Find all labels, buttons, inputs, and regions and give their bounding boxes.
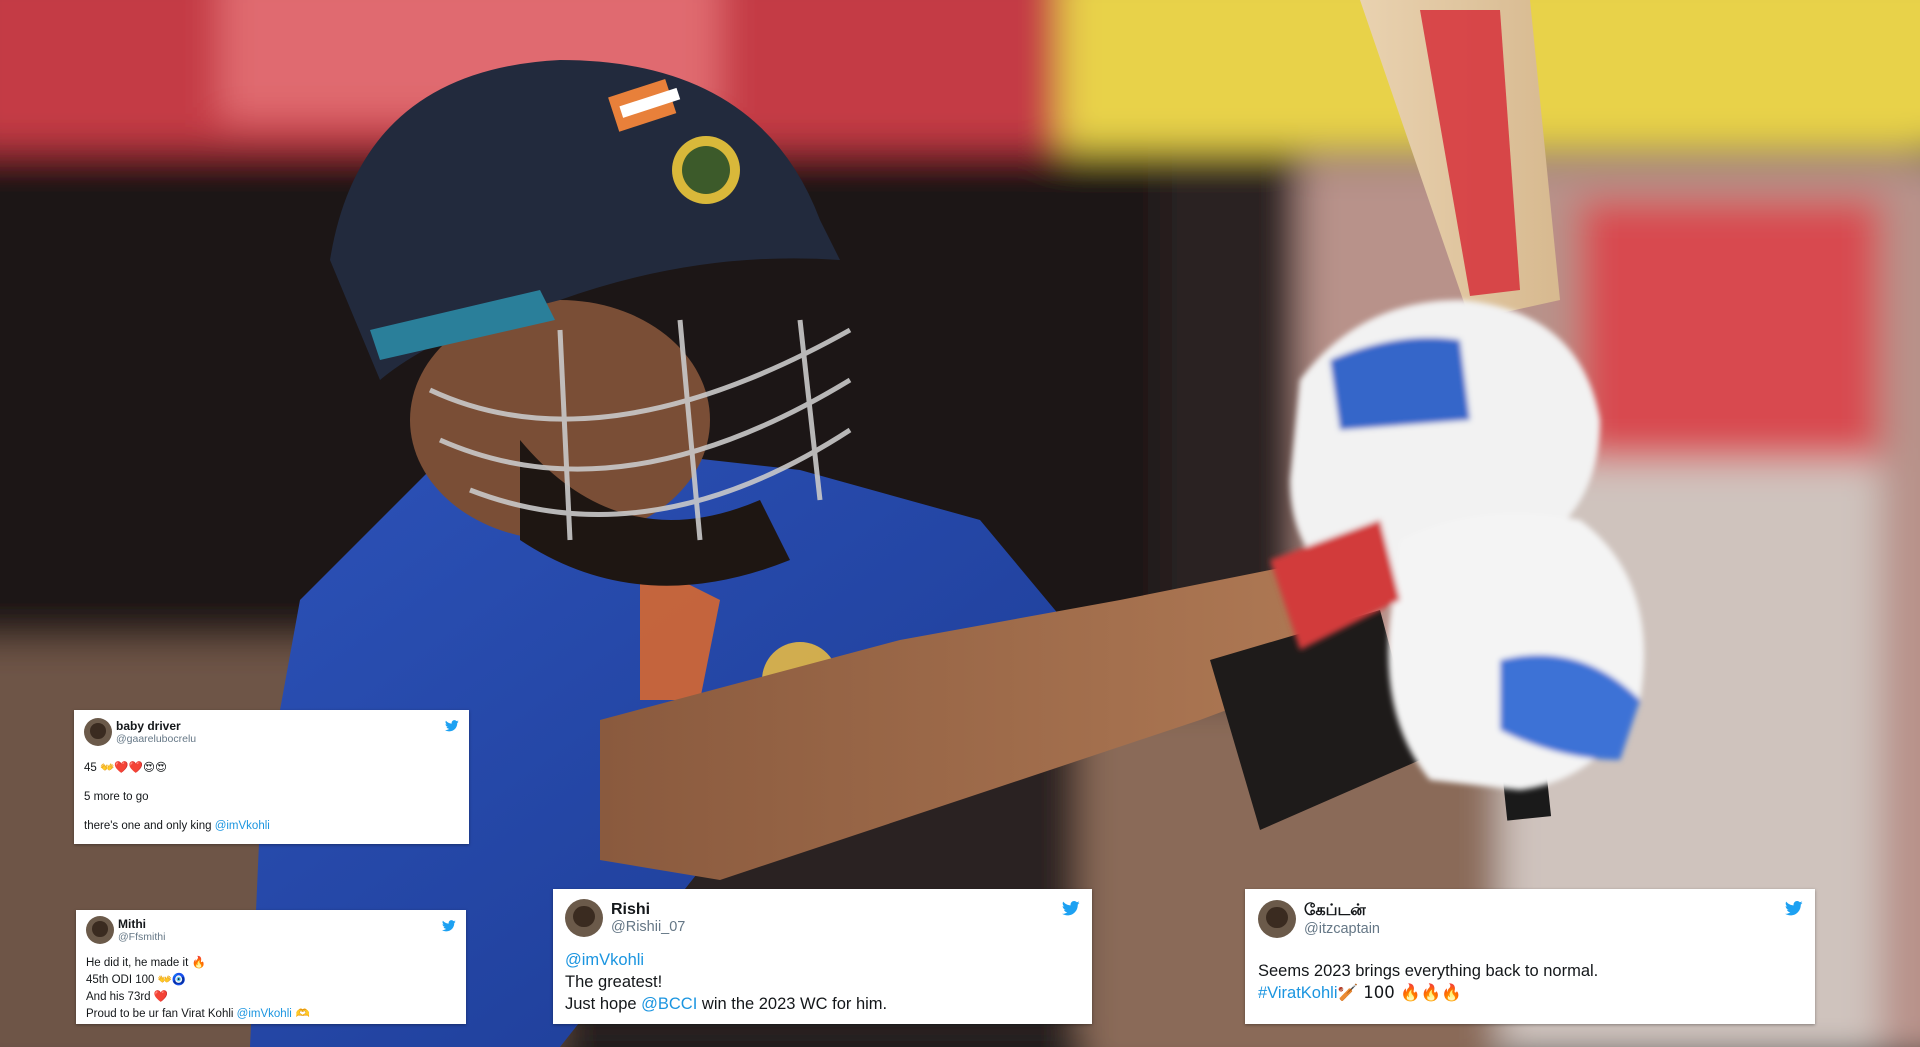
tweet-card-captain[interactable]: கேப்டன் @itzcaptain Seems 2023 brings ev…	[1245, 889, 1815, 1024]
user-handle[interactable]: @Rishii_07	[611, 919, 685, 935]
tweet-header: baby driver @gaarelubocrelu	[84, 718, 459, 746]
tweet-user: baby driver @gaarelubocrelu	[116, 719, 196, 745]
avatar[interactable]	[1258, 900, 1296, 938]
tweet-card-baby-driver[interactable]: baby driver @gaarelubocrelu 45 👐❤️❤️😍😍 5…	[74, 710, 469, 844]
tweet-line: @imVkohli	[565, 949, 1080, 971]
tweet-body: He did it, he made it 🔥 45th ODI 100 👐🧿 …	[86, 954, 456, 1022]
tweet-line: Just hope @BCCI win the 2023 WC for him.	[565, 995, 888, 1013]
tweet-body: Seems 2023 brings everything back to nor…	[1258, 960, 1802, 1004]
tweet-line: #ViratKohli🏏 100 🔥🔥🔥	[1258, 983, 1462, 1002]
mention-link[interactable]: @imVkohli	[215, 820, 270, 832]
tweet-line: And his 73rd ❤️	[86, 989, 169, 1003]
tweet-user: கேப்டன் @itzcaptain	[1304, 901, 1380, 937]
tweet-line: Seems 2023 brings everything back to nor…	[1258, 962, 1599, 980]
user-handle[interactable]: @itzcaptain	[1304, 921, 1380, 937]
display-name[interactable]: Rishi	[611, 901, 685, 919]
tweet-line: He did it, he made it 🔥	[86, 955, 206, 969]
mention-link[interactable]: @imVkohli	[237, 1008, 292, 1020]
tweet-line: 45th ODI 100 👐🧿	[86, 972, 187, 986]
tweet-card-mithi[interactable]: Mithi @Ffsmithi He did it, he made it 🔥 …	[76, 910, 466, 1024]
tweet-body: 45 👐❤️❤️😍😍 5 more to go there's one and …	[84, 760, 459, 832]
tweet-line: 45 👐❤️❤️😍😍	[84, 760, 167, 774]
twitter-bird-icon[interactable]	[441, 920, 456, 935]
tweet-header: Mithi @Ffsmithi	[86, 916, 456, 944]
avatar[interactable]	[565, 899, 603, 937]
twitter-bird-icon[interactable]	[444, 720, 459, 735]
display-name[interactable]: Mithi	[118, 917, 165, 931]
user-handle[interactable]: @Ffsmithi	[118, 931, 165, 943]
display-name[interactable]: கேப்டன்	[1304, 901, 1380, 921]
tweet-line: 5 more to go	[84, 791, 149, 803]
hashtag-link[interactable]: #ViratKohli	[1258, 984, 1338, 1002]
tweet-line: The greatest!	[565, 973, 663, 991]
user-handle[interactable]: @gaarelubocrelu	[116, 733, 196, 745]
tweet-user: Rishi @Rishii_07	[611, 901, 685, 935]
mention-link[interactable]: @BCCI	[641, 995, 697, 1013]
tweet-line: Proud to be ur fan Virat Kohli @imVkohli…	[86, 1006, 310, 1020]
avatar[interactable]	[86, 916, 114, 944]
tweet-user: Mithi @Ffsmithi	[118, 917, 165, 943]
tweet-body: @imVkohli The greatest! Just hope @BCCI …	[565, 949, 1080, 1015]
display-name[interactable]: baby driver	[116, 719, 196, 733]
avatar[interactable]	[84, 718, 112, 746]
tweet-header: கேப்டன் @itzcaptain	[1258, 900, 1802, 938]
tweet-card-rishi[interactable]: Rishi @Rishii_07 @imVkohli The greatest!…	[553, 889, 1092, 1024]
twitter-bird-icon[interactable]	[1061, 901, 1080, 921]
mention-link[interactable]: @imVkohli	[565, 951, 644, 969]
twitter-bird-icon[interactable]	[1784, 901, 1803, 921]
tweet-header: Rishi @Rishii_07	[565, 899, 1080, 937]
tweet-line: there's one and only king @imVkohli	[84, 820, 270, 832]
